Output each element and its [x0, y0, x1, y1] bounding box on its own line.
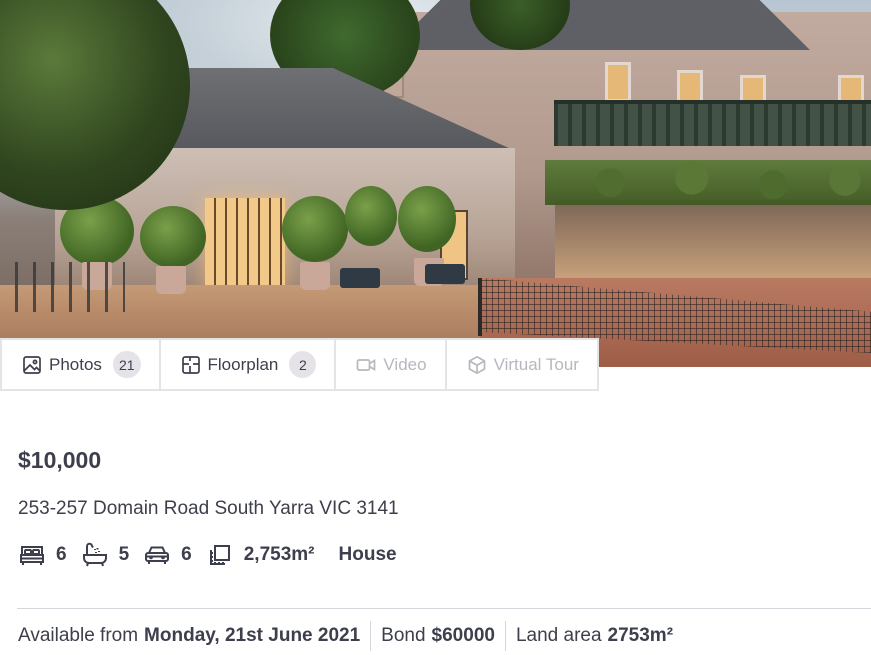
- tab-photos-label: Photos: [49, 354, 102, 374]
- media-tabs: Photos 21 Floorplan 2 Video Virtual Tour: [0, 338, 599, 391]
- feature-bedrooms: 6: [18, 541, 67, 569]
- bond-value: $60000: [431, 625, 495, 646]
- tab-photos[interactable]: Photos 21: [2, 340, 161, 389]
- photo-topiary: [282, 196, 348, 262]
- bath-icon: [81, 541, 109, 569]
- tab-virtual-tour-label: Virtual Tour: [493, 354, 579, 374]
- land-area: Land area 2753m²: [516, 621, 683, 651]
- car-icon: [143, 541, 171, 569]
- photo-lounge-chair: [425, 264, 465, 284]
- photo-main-roof: [390, 0, 810, 50]
- photo-window: [605, 62, 631, 102]
- listing-price: $10,000: [18, 447, 102, 473]
- hero-photo[interactable]: [0, 0, 871, 367]
- tab-floorplan[interactable]: Floorplan 2: [161, 340, 337, 389]
- section-divider: [17, 608, 871, 609]
- video-icon: [356, 355, 376, 375]
- land-area-value: 2753m²: [607, 625, 674, 646]
- feature-bathrooms: 5: [81, 541, 130, 569]
- tab-video-label: Video: [383, 354, 427, 374]
- land-size-value: 2,753m²: [243, 544, 315, 565]
- land-size-icon: [206, 541, 234, 569]
- photo-outdoor-table: [15, 262, 125, 312]
- photo-vines: [545, 160, 871, 205]
- floorplan-count-badge: 2: [289, 351, 317, 378]
- photo-topiary: [398, 186, 456, 252]
- listing-address: 253-257 Domain Road South Yarra VIC 3141: [18, 498, 399, 519]
- available-from: Available from Monday, 21st June 2021: [18, 621, 372, 651]
- tab-video: Video: [336, 340, 447, 389]
- photo-balcony: [554, 100, 871, 146]
- photo-topiary: [140, 206, 206, 268]
- image-icon: [22, 355, 42, 375]
- photo-pot: [300, 262, 330, 290]
- bond-label: Bond: [381, 625, 426, 646]
- floorplan-icon: [181, 355, 201, 375]
- photos-count-badge: 21: [112, 351, 141, 378]
- photo-french-doors: [205, 198, 285, 290]
- tab-floorplan-label: Floorplan: [207, 354, 279, 374]
- available-from-label: Available from: [18, 625, 139, 646]
- property-features: 6 5 6 2,753m² House: [18, 539, 397, 571]
- photo-verandah: [555, 200, 871, 280]
- photo-lounge-chair: [340, 268, 380, 288]
- feature-parking: 6: [143, 541, 192, 569]
- land-area-label: Land area: [515, 625, 602, 646]
- photo-topiary: [345, 186, 397, 246]
- tab-virtual-tour: Virtual Tour: [447, 340, 597, 389]
- parking-count: 6: [181, 544, 192, 565]
- bed-icon: [18, 541, 46, 569]
- bond: Bond $60000: [381, 621, 506, 651]
- photo-net-post: [478, 278, 482, 336]
- listing-meta: Available from Monday, 21st June 2021 Bo…: [18, 620, 693, 652]
- bathrooms-count: 5: [118, 544, 130, 565]
- bedrooms-count: 6: [56, 544, 67, 565]
- feature-land-size: 2,753m²: [206, 541, 315, 569]
- cube-icon: [467, 355, 487, 375]
- property-type: House: [338, 544, 397, 565]
- photo-pot: [156, 266, 186, 294]
- available-from-value: Monday, 21st June 2021: [144, 625, 361, 646]
